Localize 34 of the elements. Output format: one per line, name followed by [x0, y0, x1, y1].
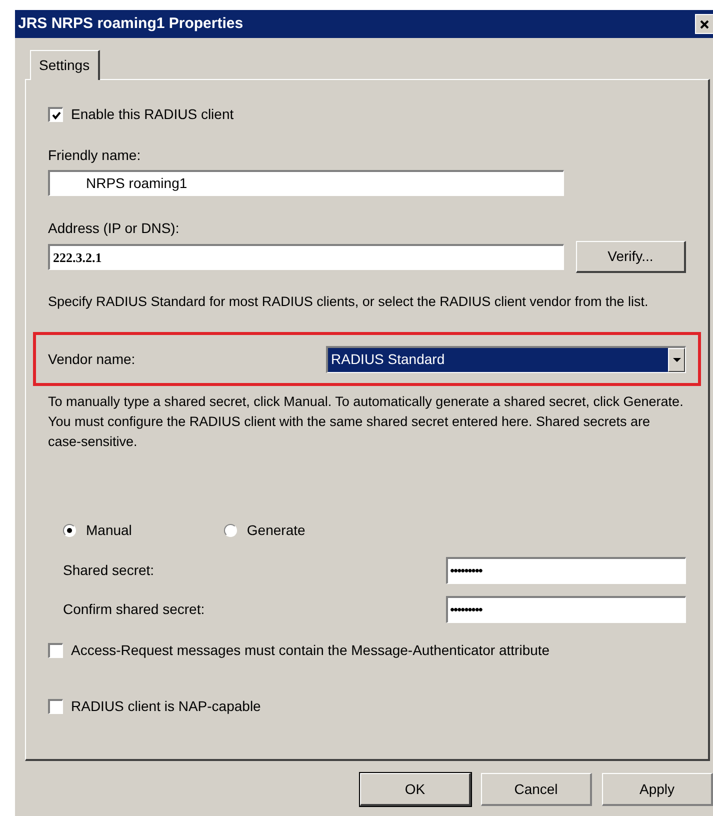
- caret-icon: [672, 358, 680, 362]
- checkbox[interactable]: [48, 107, 63, 122]
- radio-label: Manual: [86, 521, 132, 540]
- verify-button[interactable]: Verify...: [576, 241, 686, 273]
- checkmark-icon: [52, 110, 60, 120]
- input-field[interactable]: NRPS roaming1: [48, 170, 564, 196]
- field-label: Shared secret:: [63, 561, 154, 580]
- checkbox-label: Enable this RADIUS client: [71, 105, 234, 124]
- tab[interactable]: Settings: [30, 50, 100, 80]
- field-label: Friendly name:: [48, 146, 142, 165]
- radio-button[interactable]: [63, 524, 76, 537]
- dropdown-value: RADIUS Standard: [328, 348, 668, 372]
- radio-button[interactable]: [224, 524, 237, 537]
- field-label: Address (IP or DNS):: [48, 219, 180, 238]
- password-field[interactable]: •••••••••: [446, 596, 686, 623]
- radio-label: Generate: [246, 521, 306, 540]
- password-field[interactable]: •••••••••: [446, 557, 686, 584]
- instruction-text: To manually type a shared secret, click Manual. To automatically generate a shared secret, click Generate. You must configure the RADIUS client with the same shared secret entered here. Shared secrets are case-sensitive.: [48, 393, 684, 451]
- field-label: Vendor name:: [48, 350, 136, 368]
- dropdown-arrow-button[interactable]: [668, 348, 685, 372]
- close-icon: [700, 20, 709, 28]
- window-title: JRS NRPS roaming1 Properties: [18, 14, 244, 34]
- dialog-button[interactable]: OK: [360, 773, 471, 806]
- checkbox[interactable]: [48, 643, 63, 658]
- checkbox-label: Access-Request messages must contain the Message-Authenticator attribute: [71, 641, 550, 660]
- checkbox[interactable]: [48, 699, 63, 714]
- input-field[interactable]: 222.3.2.1: [48, 244, 564, 270]
- field-label: Confirm shared secret:: [63, 600, 205, 619]
- checkbox-label: RADIUS client is NAP-capable: [71, 697, 261, 716]
- dialog-button[interactable]: Cancel: [481, 773, 592, 806]
- instruction-text: Specify RADIUS Standard for most RADIUS clients, or select the RADIUS client vendor from the list.: [48, 293, 650, 310]
- close-button[interactable]: [695, 14, 713, 34]
- vendor-dropdown[interactable]: RADIUS Standard: [326, 346, 686, 372]
- dialog-button[interactable]: Apply: [602, 773, 713, 806]
